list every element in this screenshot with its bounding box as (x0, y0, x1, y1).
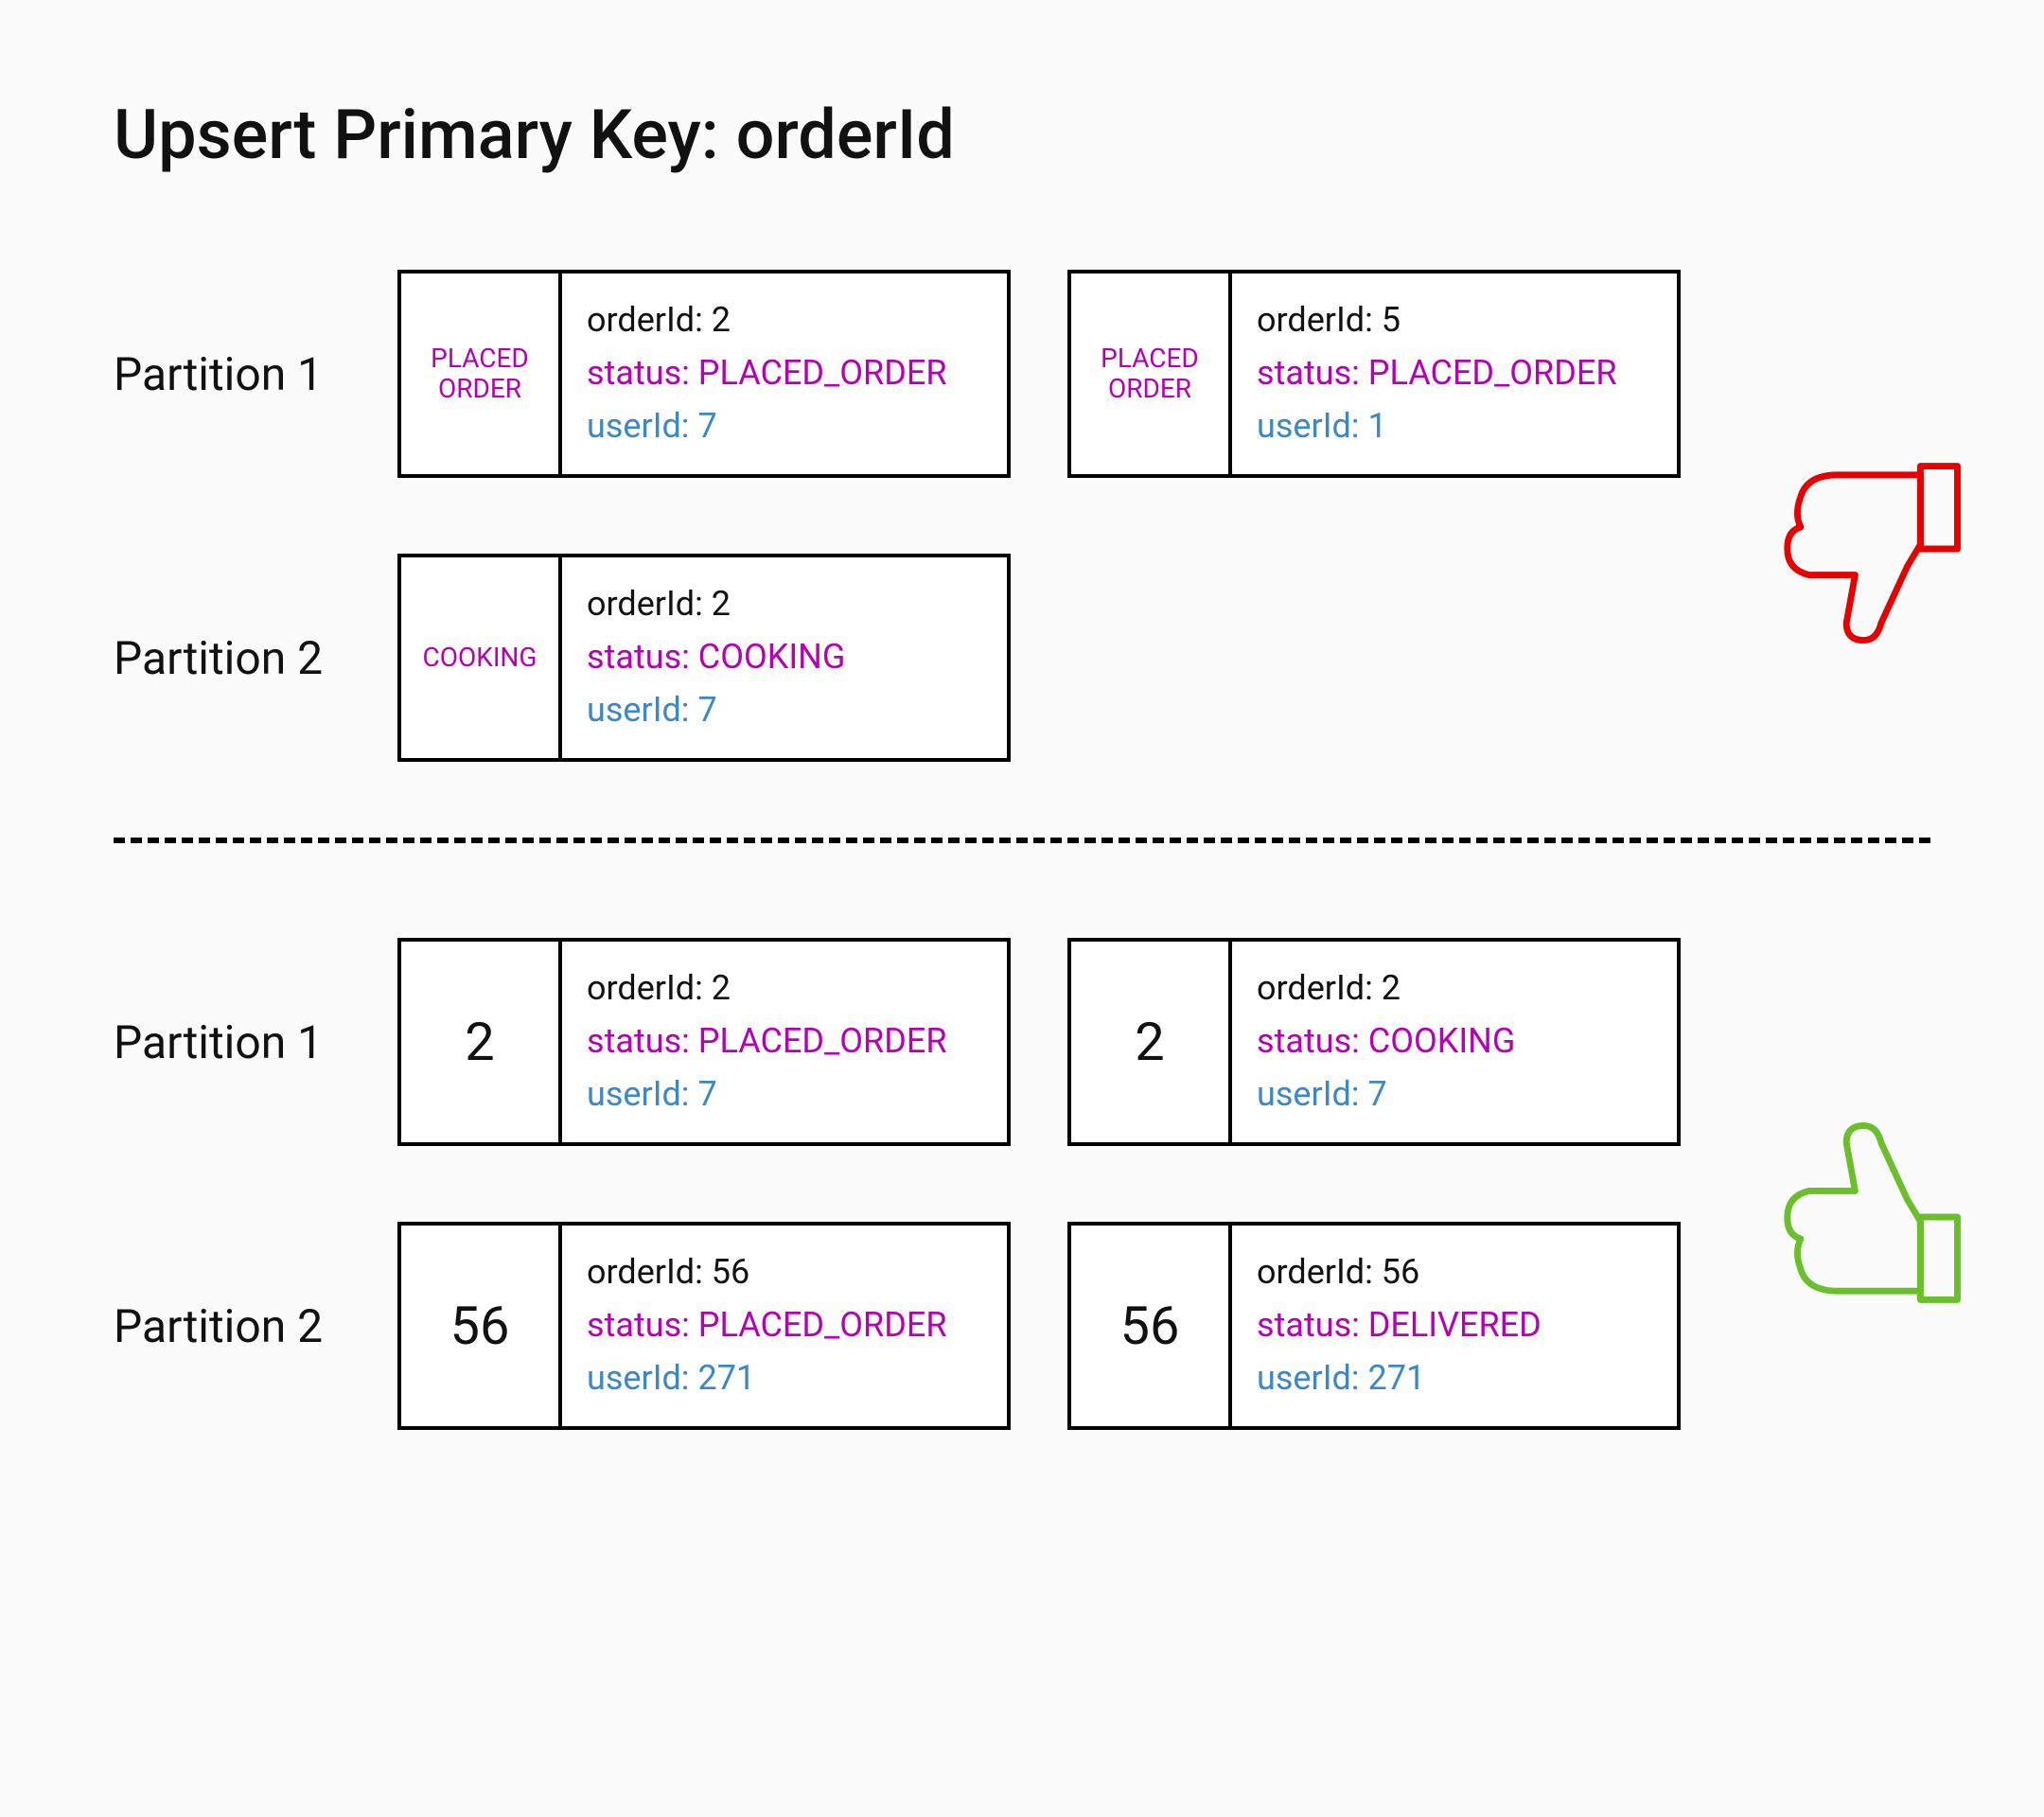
card-group: 56 orderId: 56 status: PLACED_ORDER user… (397, 1222, 1681, 1430)
card-group: 2 orderId: 2 status: PLACED_ORDER userId… (397, 938, 1681, 1146)
partition-label: Partition 1 (114, 1015, 397, 1069)
record-card: PLACED ORDER orderId: 5 status: PLACED_O… (1067, 270, 1681, 478)
record-body: orderId: 56 status: PLACED_ORDER userId:… (562, 1226, 1007, 1426)
order-id-line: orderId: 2 (587, 962, 1007, 1015)
card-group: PLACED ORDER orderId: 2 status: PLACED_O… (397, 270, 1681, 478)
record-card: PLACED ORDER orderId: 2 status: PLACED_O… (397, 270, 1011, 478)
record-card: 56 orderId: 56 status: DELIVERED userId:… (1067, 1222, 1681, 1430)
record-card: 56 orderId: 56 status: PLACED_ORDER user… (397, 1222, 1011, 1430)
record-body: orderId: 2 status: PLACED_ORDER userId: … (562, 942, 1007, 1142)
record-key: 56 (1071, 1226, 1232, 1426)
partition-label: Partition 1 (114, 347, 397, 401)
record-key: PLACED ORDER (401, 273, 562, 474)
record-body: orderId: 5 status: PLACED_ORDER userId: … (1232, 273, 1677, 474)
section-divider (114, 838, 1930, 843)
card-group: COOKING orderId: 2 status: COOKING userI… (397, 554, 1011, 762)
order-id-line: orderId: 5 (1257, 294, 1677, 347)
user-id-line: userId: 271 (1257, 1352, 1677, 1405)
record-key: 2 (1071, 942, 1232, 1142)
partition-label: Partition 2 (114, 631, 397, 685)
order-id-line: orderId: 56 (587, 1246, 1007, 1299)
page-title: Upsert Primary Key: orderId (114, 95, 1930, 175)
record-body: orderId: 56 status: DELIVERED userId: 27… (1232, 1226, 1677, 1426)
status-line: status: PLACED_ORDER (1257, 347, 1677, 400)
user-id-line: userId: 7 (587, 1068, 1007, 1121)
record-body: orderId: 2 status: COOKING userId: 7 (1232, 942, 1677, 1142)
record-card: COOKING orderId: 2 status: COOKING userI… (397, 554, 1011, 762)
order-id-line: orderId: 56 (1257, 1246, 1677, 1299)
status-line: status: PLACED_ORDER (587, 347, 1007, 400)
record-body: orderId: 2 status: PLACED_ORDER userId: … (562, 273, 1007, 474)
partition-row: Partition 2 COOKING orderId: 2 status: C… (114, 554, 1930, 762)
partition-row: Partition 2 56 orderId: 56 status: PLACE… (114, 1222, 1930, 1430)
record-key: 2 (401, 942, 562, 1142)
partition-row: Partition 1 PLACED ORDER orderId: 2 stat… (114, 270, 1930, 478)
user-id-line: userId: 7 (1257, 1068, 1677, 1121)
status-line: status: PLACED_ORDER (587, 1299, 1007, 1352)
record-card: 2 orderId: 2 status: COOKING userId: 7 (1067, 938, 1681, 1146)
order-id-line: orderId: 2 (587, 578, 1007, 631)
user-id-line: userId: 271 (587, 1352, 1007, 1405)
thumbs-down-icon (1751, 440, 1968, 662)
record-key: COOKING (401, 557, 562, 758)
good-section: Partition 1 2 orderId: 2 status: PLACED_… (114, 938, 1930, 1430)
record-key: PLACED ORDER (1071, 273, 1232, 474)
status-line: status: DELIVERED (1257, 1299, 1677, 1352)
partition-label: Partition 2 (114, 1299, 397, 1353)
user-id-line: userId: 7 (587, 684, 1007, 737)
record-card: 2 orderId: 2 status: PLACED_ORDER userId… (397, 938, 1011, 1146)
record-key: 56 (401, 1226, 562, 1426)
status-line: status: PLACED_ORDER (587, 1015, 1007, 1068)
thumbs-up-icon (1751, 1108, 1968, 1330)
partition-row: Partition 1 2 orderId: 2 status: PLACED_… (114, 938, 1930, 1146)
order-id-line: orderId: 2 (1257, 962, 1677, 1015)
bad-section: Partition 1 PLACED ORDER orderId: 2 stat… (114, 270, 1930, 762)
record-body: orderId: 2 status: COOKING userId: 7 (562, 557, 1007, 758)
status-line: status: COOKING (587, 631, 1007, 684)
user-id-line: userId: 7 (587, 400, 1007, 453)
user-id-line: userId: 1 (1257, 400, 1677, 453)
status-line: status: COOKING (1257, 1015, 1677, 1068)
order-id-line: orderId: 2 (587, 294, 1007, 347)
